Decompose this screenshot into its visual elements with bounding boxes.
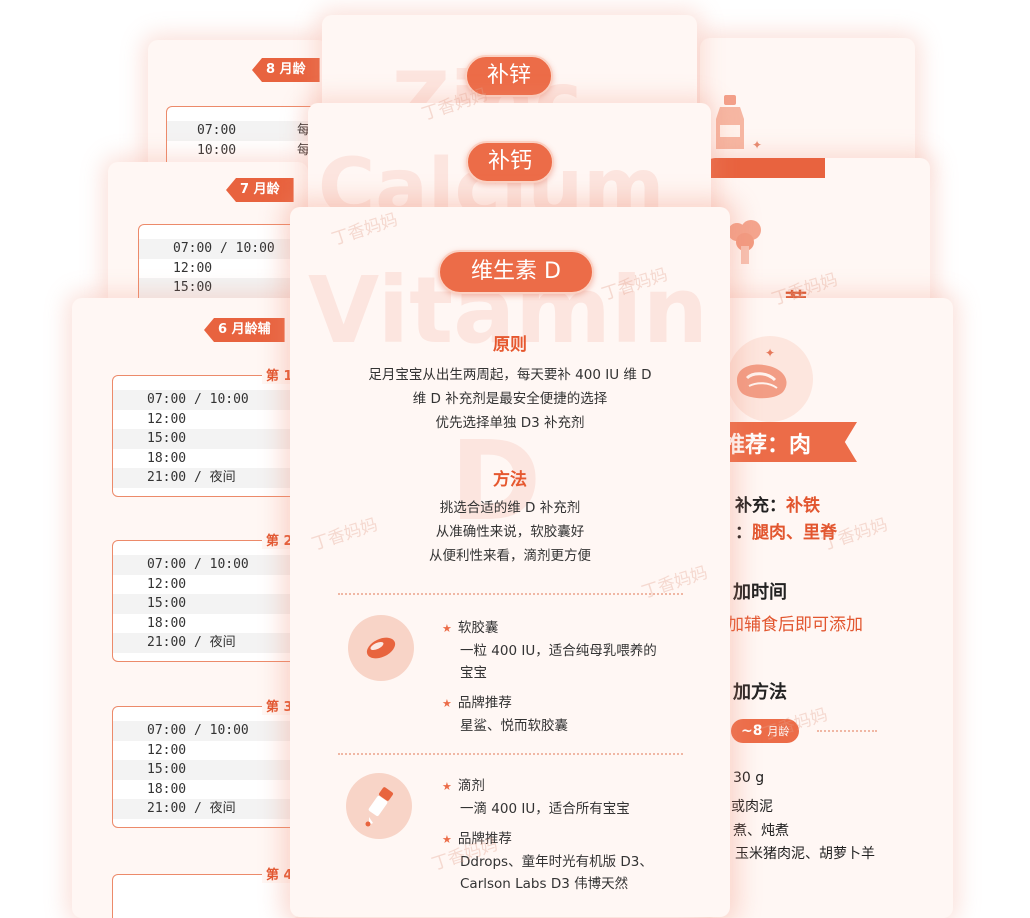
drops-desc-line: 一滴 400 IU，适合所有宝宝 [460,801,630,817]
supplement-value: 补铁 [786,496,820,516]
principle-text: 足月宝宝从出生两周起，每天要补 400 IU 维 D 维 D 补充剂是最安全便捷… [290,363,730,435]
time-title: 加时间 [733,582,787,603]
schedule-row: 07:00 每 [167,121,328,141]
meat-icon [733,358,793,406]
schedule-row: 12:00 [147,576,187,592]
oil-bottle-icon [710,93,750,153]
schedule-box-day-1: 07:00 / 10:00 12:00 15:00 18:00 21:00 / … [112,375,302,497]
sparkle-icon: ✦ [752,138,763,152]
method-title: 方法 [493,470,527,490]
drops-brand-line: Carlson Labs D3 伟博天然 [460,876,629,892]
schedule-row: 10:00 每 [167,141,328,161]
schedule-row: 21:00 / 夜间 [113,799,302,819]
schedule-row: 07:00 / 10:00 [113,555,302,575]
method-line: 从便利性来看，滴剂更方便 [429,548,591,564]
vitamin-d-pill: 维生素 D [438,250,594,294]
schedule-row: 07:00 / 10:00 [139,239,308,259]
schedule-row: 12:00 [173,260,213,276]
star-icon: ★ [442,622,452,635]
softgel-desc-line: 宝宝 [460,665,487,681]
divider-1 [338,593,683,595]
schedule-row: 21:00 / 夜间 [113,633,302,653]
drops-heading: ★ 滴剂 [442,775,722,798]
schedule-row: 15:00 [113,429,302,449]
principle-line: 足月宝宝从出生两周起，每天要补 400 IU 维 D [368,367,652,383]
card-7-months: 7 月龄 07:00 / 10:00 12:00 15:00 [108,162,308,307]
schedule-box-day-2: 07:00 / 10:00 12:00 15:00 18:00 21:00 / … [112,540,302,662]
principle-line: 维 D 补充剂是最安全便捷的选择 [412,391,608,407]
time-value: 加辅食后即可添加 [727,615,863,635]
principle-title: 原则 [493,335,527,355]
age-badge-dots [817,730,877,732]
method-line: 玉米猪肉泥、胡萝卜羊 [735,846,875,862]
back-card-right-top: ✦ [700,38,915,178]
supplement-label: 补充： [735,496,786,516]
principle-line: 优先选择单独 D3 补充剂 [435,415,585,431]
schedule-row: 15:00 [113,594,302,614]
schedule-row: 18:00 [147,450,187,466]
method-title: 加方法 [733,682,787,703]
softgel-heading: ★ 软胶囊 [442,617,712,640]
softgel-brand-heading: ★ 品牌推荐 [442,692,712,715]
schedule-row: 21:00 / 夜间 [113,468,302,488]
age-badge-7: 7 月龄 [226,178,294,202]
schedule-row: 07:00 / 10:00 [113,721,302,741]
dropper-icon [364,787,398,831]
schedule-box-day-3: 07:00 / 10:00 12:00 15:00 18:00 21:00 / … [112,706,302,828]
method-line: 30 g [733,770,765,786]
star-icon: ★ [442,780,452,793]
drops-heading-text: 滴剂 [457,778,485,794]
star-icon: ★ [442,697,452,710]
broccoli-icon [725,218,765,272]
divider-2 [338,753,683,755]
schedule-row: 15:00 [113,760,302,780]
card-6-months: 6 月龄辅 07:00 / 10:00 12:00 15:00 18:00 21… [72,298,302,918]
softgel-brand-line: 星鲨、悦而软胶囊 [460,718,568,734]
schedule-row: 15:00 [139,278,308,298]
parts-label: ： [735,523,752,543]
supplement-line: 补充：补铁 [735,491,820,516]
meat-title: 推荐：肉 [723,433,812,458]
schedule-box-7: 07:00 / 10:00 12:00 15:00 [138,224,308,307]
right-mid-ribbon [705,158,825,178]
softgel-brand-heading-text: 品牌推荐 [457,695,512,711]
schedule-row: 18:00 [147,615,187,631]
schedule-row: 18:00 [147,781,187,797]
sparkle-icon: ✦ [765,346,776,360]
softgel-info: ★ 软胶囊 一粒 400 IU，适合纯母乳喂养的 宝宝 ★ 品牌推荐 星鲨、悦而软胶… [442,617,712,737]
softgel-desc-line: 一粒 400 IU，适合纯母乳喂养的 [460,643,657,659]
schedule-time: 10:00 [197,142,237,158]
softgel-icon [364,635,398,665]
schedule-row: 12:00 [147,411,187,427]
card-meat: ✦ 推荐：肉 补充：补铁 ：腿肉、里脊 加时间 加辅食后即可添加 加方法 ~8 … [705,298,953,918]
method-line: 煮、炖煮 [733,823,789,839]
calcium-pill: 补钙 [466,141,554,183]
age-badge-8: 8 月龄 [252,58,320,82]
schedule-time: 07:00 [197,123,237,138]
method-line: 或肉泥 [731,799,773,815]
card-vitamin-d: Vitamin D 维生素 D 原则 足月宝宝从出生两周起，每天要补 400 I… [290,207,730,917]
age-badge-6: 6 月龄辅 [204,318,285,342]
schedule-row: 07:00 / 10:00 [113,390,302,410]
softgel-heading-text: 软胶囊 [457,620,499,636]
schedule-row: 12:00 [147,742,187,758]
